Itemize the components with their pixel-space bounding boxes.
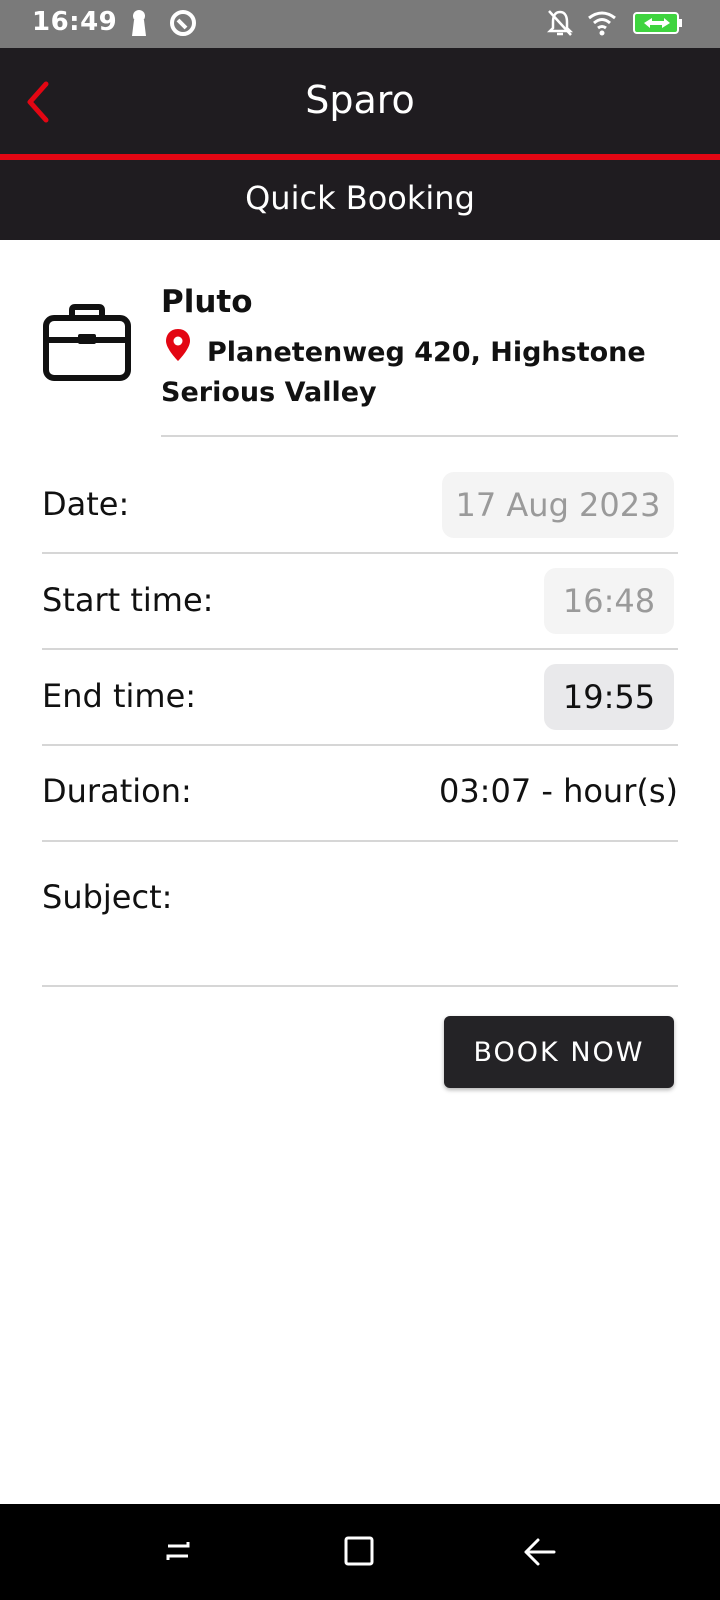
start-time-field[interactable]: 16:48 bbox=[544, 568, 674, 634]
divider bbox=[42, 552, 678, 554]
notifications-off-icon bbox=[546, 8, 574, 42]
wifi-icon bbox=[586, 8, 618, 42]
venue-address: Planetenweg 420, Highstone Serious Valle… bbox=[161, 337, 646, 408]
recent-apps-button[interactable] bbox=[158, 1530, 202, 1574]
end-time-row: End time: 19:55 bbox=[42, 664, 678, 732]
status-time: 16:49 bbox=[32, 7, 118, 37]
divider bbox=[161, 435, 678, 437]
start-time-row: Start time: 16:48 bbox=[42, 568, 678, 636]
home-button[interactable] bbox=[338, 1530, 382, 1574]
nav-back-button[interactable] bbox=[518, 1530, 562, 1574]
divider bbox=[42, 840, 678, 842]
arrow-left-icon bbox=[524, 1538, 556, 1566]
sub-header: Quick Booking bbox=[0, 160, 720, 240]
home-icon bbox=[344, 1536, 374, 1566]
sync-icon bbox=[168, 8, 198, 42]
status-bar: 16:49 bbox=[0, 0, 720, 48]
venue-name: Pluto bbox=[161, 284, 253, 320]
end-time-field[interactable]: 19:55 bbox=[544, 664, 674, 730]
subject-row: Subject: bbox=[42, 878, 678, 938]
page-title: Quick Booking bbox=[245, 179, 475, 217]
divider bbox=[42, 985, 678, 987]
start-time-label: Start time: bbox=[42, 581, 214, 619]
recent-apps-icon bbox=[166, 1542, 190, 1560]
book-now-button[interactable]: BOOK NOW bbox=[444, 1016, 674, 1088]
date-label: Date: bbox=[42, 485, 130, 523]
keyhole-icon bbox=[128, 8, 150, 42]
app-title: Sparo bbox=[305, 78, 415, 122]
system-nav-bar bbox=[0, 1504, 720, 1600]
duration-row: Duration: 03:07 - hour(s) bbox=[42, 772, 678, 822]
duration-value: 03:07 - hour(s) bbox=[438, 772, 678, 810]
end-time-label: End time: bbox=[42, 677, 197, 715]
battery-icon bbox=[632, 8, 684, 42]
subject-input[interactable] bbox=[172, 878, 678, 928]
divider bbox=[42, 648, 678, 650]
subject-label: Subject: bbox=[42, 878, 173, 916]
date-row: Date: 17 Aug 2023 bbox=[42, 472, 678, 540]
app-bar: Sparo bbox=[0, 48, 720, 154]
date-field[interactable]: 17 Aug 2023 bbox=[442, 472, 674, 538]
duration-label: Duration: bbox=[42, 772, 192, 810]
briefcase-icon bbox=[42, 304, 132, 384]
divider bbox=[42, 744, 678, 746]
